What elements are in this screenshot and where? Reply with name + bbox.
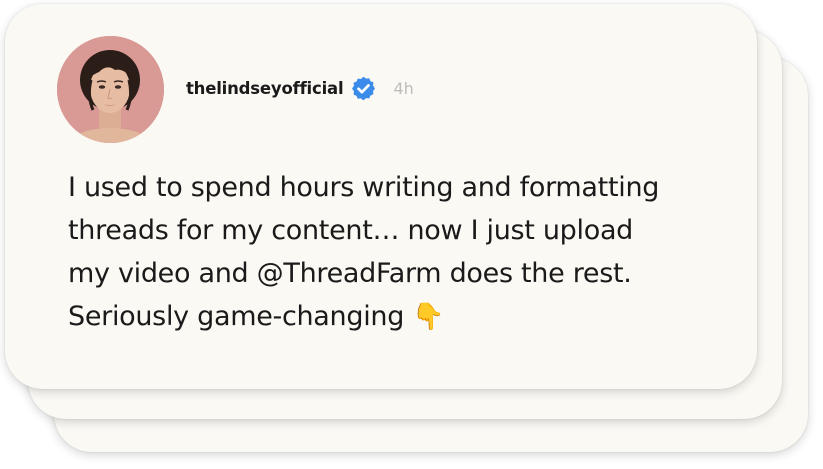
post-text-line: threads for my content… now I just uploa… (68, 215, 634, 246)
pointing-down-emoji-icon: 👇 (412, 302, 445, 332)
post-timestamp: 4h (393, 78, 414, 98)
post-text-line: Seriously game-changing (68, 301, 405, 332)
post-text-line: I used to spend hours writing and format… (68, 172, 660, 203)
verified-badge-icon (350, 75, 377, 102)
post-header: thelindseyofficial 4h (186, 73, 414, 103)
username-link[interactable]: thelindseyofficial (186, 79, 344, 98)
post-body: I used to spend hours writing and format… (68, 166, 758, 339)
testimonial-stack: thelindseyofficial 4h I used to spend ho… (0, 0, 823, 469)
post-text-line: my video and @ThreadFarm does the rest. (68, 258, 632, 289)
avatar[interactable] (57, 36, 164, 143)
